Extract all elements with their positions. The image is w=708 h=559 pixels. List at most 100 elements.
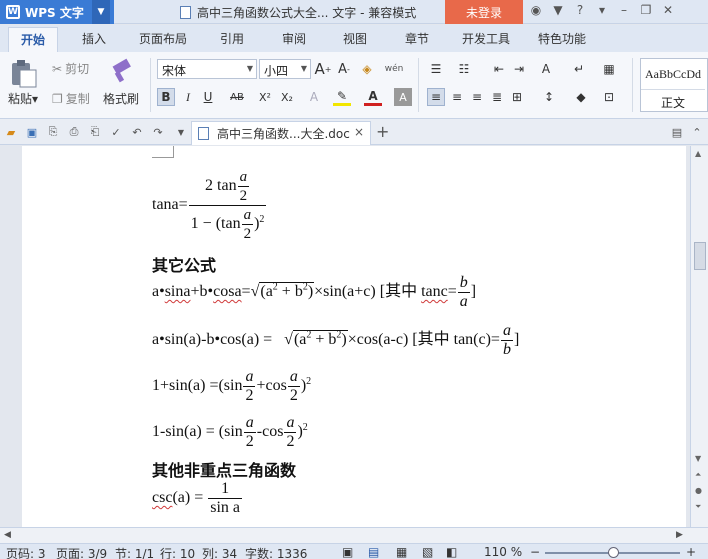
subscript-button[interactable]: X₂: [278, 88, 296, 106]
tab-home[interactable]: 开始: [8, 27, 59, 53]
paste-label: 粘贴: [8, 92, 33, 106]
undo-icon[interactable]: ↶: [130, 125, 144, 139]
zoom-slider-knob[interactable]: [608, 547, 619, 558]
reading-view-icon[interactable]: ◧: [446, 545, 457, 559]
borders-icon[interactable]: ⊡: [600, 88, 618, 106]
zoom-out-button[interactable]: −: [530, 545, 540, 559]
tab-insert[interactable]: 插入: [82, 30, 106, 47]
align-right-icon[interactable]: ≡: [468, 88, 486, 106]
decrease-indent-icon[interactable]: ⇤: [490, 60, 508, 78]
format-painter-icon[interactable]: [110, 58, 134, 84]
skin-icon[interactable]: ◉: [528, 3, 544, 17]
page-view-icon[interactable]: ▤: [368, 545, 379, 559]
save-icon[interactable]: ▣: [25, 125, 39, 139]
vertical-scrollbar[interactable]: ▲ ▼ ⏶ ● ⏷: [690, 146, 708, 527]
zoom-level[interactable]: 110 %: [484, 545, 522, 559]
font-color-icon[interactable]: A: [364, 88, 382, 106]
tab-developer[interactable]: 开发工具: [462, 30, 510, 47]
export-pdf-icon[interactable]: ⎘: [46, 125, 60, 139]
bullet-list-icon[interactable]: ☰: [427, 60, 445, 78]
document-page[interactable]: tana= 2 tan a 2 1 − (tan a 2)2 其它公式 a•sina+b…: [22, 146, 686, 527]
minimize-icon[interactable]: –: [616, 3, 632, 17]
open-folder-icon[interactable]: ▰: [4, 125, 18, 139]
paste-icon[interactable]: [8, 58, 38, 88]
paragraph-mark-icon[interactable]: ↵: [570, 60, 588, 78]
horizontal-scrollbar[interactable]: ◀ ▶: [0, 527, 708, 543]
restore-icon[interactable]: ❐: [638, 3, 654, 17]
shrink-font-icon[interactable]: A-: [335, 60, 353, 78]
fraction-denominator: 2: [241, 224, 254, 242]
justify-icon[interactable]: ≣: [488, 88, 506, 106]
style-gallery[interactable]: AaBbCcDd 正文: [640, 58, 708, 112]
tab-page-layout[interactable]: 页面布局: [139, 30, 187, 47]
bold-button[interactable]: B: [157, 88, 175, 106]
scroll-thumb[interactable]: [694, 242, 706, 270]
grow-font-icon[interactable]: A +: [314, 60, 332, 78]
underline-button[interactable]: U: [199, 88, 217, 106]
shading-icon[interactable]: ◆: [572, 88, 590, 106]
formula-text: tanc: [421, 283, 448, 301]
close-tab-icon[interactable]: ×: [354, 125, 364, 139]
login-button[interactable]: 未登录: [445, 0, 523, 24]
zoom-in-button[interactable]: +: [686, 545, 696, 559]
shirt-icon[interactable]: ▼: [550, 3, 566, 17]
strikethrough-button[interactable]: AB: [228, 88, 246, 106]
pinyin-icon[interactable]: wén: [385, 60, 404, 78]
print-icon[interactable]: ⎙: [67, 125, 81, 139]
copy-label: 复制: [65, 92, 90, 106]
document-tab[interactable]: 高中三角函数...大全.doc ×: [191, 121, 371, 145]
format-painter-button[interactable]: 格式刷: [103, 90, 139, 107]
tab-features[interactable]: 特色功能: [538, 30, 586, 47]
wps-menu-button[interactable]: W WPS 文字 ▼: [0, 0, 114, 24]
scroll-down-icon[interactable]: ▼: [695, 454, 701, 463]
cut-button[interactable]: ✂ 剪切: [52, 60, 89, 77]
char-shading-icon[interactable]: A: [394, 88, 412, 106]
tab-view[interactable]: 视图: [343, 30, 367, 47]
distribute-icon[interactable]: ⊞: [508, 88, 526, 106]
italic-button[interactable]: I: [179, 88, 197, 106]
tab-review[interactable]: 审阅: [282, 30, 306, 47]
next-page-icon[interactable]: ⏷: [695, 502, 701, 512]
prev-page-icon[interactable]: ⏶: [695, 470, 701, 480]
status-word-count[interactable]: 字数: 1336: [245, 545, 307, 559]
full-screen-icon[interactable]: ▣: [342, 545, 353, 559]
text-effect-button[interactable]: A: [305, 88, 323, 106]
copy-button[interactable]: ❐ 复制: [52, 90, 90, 107]
paste-button[interactable]: 粘贴 ▾: [8, 90, 38, 107]
chevron-down-icon[interactable]: ▼: [92, 0, 110, 24]
table-icon[interactable]: ▦: [600, 60, 618, 78]
tab-chapter[interactable]: 章节: [405, 30, 429, 47]
help-icon[interactable]: ?: [572, 3, 588, 17]
scroll-right-icon[interactable]: ▶: [676, 530, 683, 540]
text-size-icon[interactable]: A: [537, 60, 555, 78]
chevron-down-icon: ▼: [300, 64, 307, 73]
collapse-ribbon-icon[interactable]: ⌃: [690, 125, 704, 139]
web-view-icon[interactable]: ▧: [422, 545, 433, 559]
font-size-select[interactable]: 小四 ▼: [259, 59, 311, 79]
highlight-icon[interactable]: ✎: [333, 88, 351, 106]
font-name-select[interactable]: 宋体 ▼: [157, 59, 257, 79]
window-list-icon[interactable]: ▤: [670, 125, 684, 139]
spell-check-icon[interactable]: ✓: [109, 125, 123, 139]
scroll-left-icon[interactable]: ◀: [4, 530, 11, 540]
tab-references[interactable]: 引用: [220, 30, 244, 47]
numbered-list-icon[interactable]: ☷: [455, 60, 473, 78]
align-center-icon[interactable]: ≡: [448, 88, 466, 106]
select-browse-icon[interactable]: ●: [695, 486, 702, 495]
clear-format-icon[interactable]: ◈: [358, 60, 376, 78]
formula-text: ×cos(a-c) [其中 tan(c)=: [347, 331, 500, 349]
superscript-button[interactable]: X²: [256, 88, 274, 106]
print-preview-icon[interactable]: ⎗: [88, 125, 102, 139]
scissors-icon: ✂: [52, 61, 63, 76]
align-left-icon[interactable]: ≡: [427, 88, 445, 106]
outline-view-icon[interactable]: ▦: [396, 545, 407, 559]
new-tab-icon[interactable]: +: [376, 122, 389, 141]
line-spacing-icon[interactable]: ↕: [540, 88, 558, 106]
quick-access-dropdown-icon[interactable]: ▼: [174, 125, 188, 139]
increase-indent-icon[interactable]: ⇥: [510, 60, 528, 78]
close-icon[interactable]: ✕: [660, 3, 676, 17]
dropdown-icon[interactable]: ▾: [594, 3, 610, 17]
redo-icon[interactable]: ↷: [151, 125, 165, 139]
scroll-up-icon[interactable]: ▲: [695, 149, 701, 158]
fraction-denominator: 2: [243, 432, 256, 450]
